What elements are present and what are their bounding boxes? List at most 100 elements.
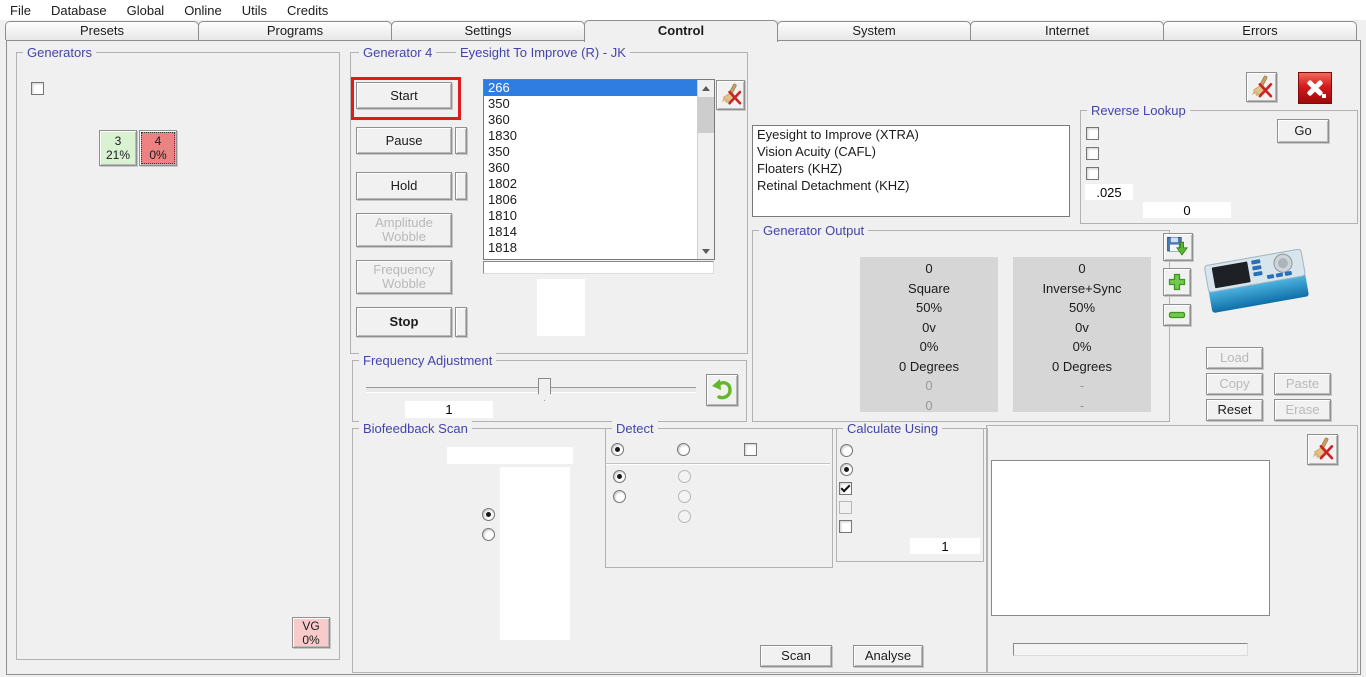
stop-button[interactable]: Stop xyxy=(356,307,452,337)
load-button[interactable]: Load xyxy=(1206,347,1263,369)
generator-preset-name: Eyesight To Improve (R) - JK xyxy=(456,45,630,60)
out1-current: 0 xyxy=(925,398,933,413)
clear-programs-button[interactable] xyxy=(1246,72,1277,102)
grade-program-checkbox[interactable] xyxy=(839,520,852,533)
pause-button[interactable]: Pause xyxy=(356,127,452,154)
generator-3-button[interactable]: 3 21% xyxy=(99,130,137,166)
running-average-radio[interactable] xyxy=(840,444,853,457)
program-item[interactable]: Floaters (KHZ) xyxy=(753,160,1069,177)
go-button[interactable]: Go xyxy=(1277,119,1329,143)
frequency-adjustment-slider[interactable] xyxy=(366,387,696,393)
reset-adjustment-button[interactable] xyxy=(706,374,738,406)
frequency-item[interactable]: 350 xyxy=(484,96,714,112)
adjust-value-input[interactable] xyxy=(405,401,493,418)
save-settings-button[interactable] xyxy=(1163,233,1193,261)
detect-bpm-radio[interactable] xyxy=(613,470,626,483)
frequency-item[interactable]: 1814 xyxy=(484,224,714,240)
tab-control[interactable]: Control xyxy=(584,20,778,42)
detect-max-radio[interactable] xyxy=(611,443,624,456)
generator-device-image xyxy=(1200,245,1315,320)
refine-input[interactable] xyxy=(910,538,980,554)
amplitude-wobble-button[interactable]: Amplitude Wobble xyxy=(356,213,452,247)
broom-clear-icon xyxy=(721,83,741,105)
single-scan-checkbox[interactable] xyxy=(839,501,852,514)
detect-hrv-radio[interactable] xyxy=(613,490,626,503)
frequency-wobble-button[interactable]: Frequency Wobble xyxy=(356,260,452,294)
frequency-item[interactable]: 360 xyxy=(484,160,714,176)
add-button[interactable] xyxy=(1163,268,1191,296)
reset-button[interactable]: Reset xyxy=(1206,399,1263,421)
clear-chart-button[interactable] xyxy=(1307,434,1338,465)
out1-duty-cycle: 50% xyxy=(915,300,943,315)
detect-angle-current-radio[interactable] xyxy=(678,510,691,523)
tab-errors[interactable]: Errors xyxy=(1163,21,1357,40)
generator-4-button[interactable]: 4 0% xyxy=(139,130,177,166)
tab-programs[interactable]: Programs xyxy=(198,21,392,40)
detect-current-radio[interactable] xyxy=(678,490,691,503)
start-button[interactable]: Start xyxy=(356,82,452,109)
menu-credits[interactable]: Credits xyxy=(277,3,338,18)
frequency-adjustment-title: Frequency Adjustment xyxy=(359,353,497,368)
program-listbox: Eyesight to Improve (XTRA) Vision Acuity… xyxy=(752,125,1070,217)
menu-global[interactable]: Global xyxy=(117,3,175,18)
tolerance-input[interactable] xyxy=(1085,184,1133,200)
clear-frequency-list-button[interactable] xyxy=(716,80,745,110)
hold-button[interactable]: Hold xyxy=(356,172,452,200)
remove-button[interactable] xyxy=(1163,304,1191,326)
frequency-item[interactable]: 1830 xyxy=(484,128,714,144)
frequency-item[interactable]: 1818 xyxy=(484,240,714,256)
menu-online[interactable]: Online xyxy=(174,3,232,18)
tab-internet[interactable]: Internet xyxy=(970,21,1164,40)
include-hz-input[interactable] xyxy=(1143,202,1231,218)
peak-radio[interactable] xyxy=(840,463,853,476)
program-item[interactable]: Vision Acuity (CAFL) xyxy=(753,143,1069,160)
app-window: File Database Global Online Utils Credit… xyxy=(0,0,1366,677)
tab-settings[interactable]: Settings xyxy=(391,21,585,40)
frequency-item[interactable]: 266 xyxy=(484,80,714,96)
frequency-item[interactable]: 1806 xyxy=(484,192,714,208)
search-custom-checkbox[interactable] xyxy=(1086,147,1099,160)
include-octaves-checkbox[interactable] xyxy=(1086,127,1099,140)
frequency-item[interactable]: 350 xyxy=(484,144,714,160)
erase-button[interactable]: Erase xyxy=(1274,399,1331,421)
allow-generator-overwrites-checkbox[interactable] xyxy=(31,82,44,95)
out2-duty-cycle: 50% xyxy=(1068,300,1096,315)
scan-button[interactable]: Scan xyxy=(760,645,832,667)
program-item[interactable]: Eyesight to Improve (XTRA) xyxy=(753,126,1069,143)
detect-min-radio[interactable] xyxy=(677,443,690,456)
analyse-button[interactable]: Analyse xyxy=(853,645,923,667)
vg-generator-button[interactable]: VG 0% xyxy=(292,617,330,648)
out1-offset: 0% xyxy=(919,339,939,354)
menu-file[interactable]: File xyxy=(0,3,41,18)
scroll-up-icon[interactable] xyxy=(698,80,714,96)
tab-system[interactable]: System xyxy=(777,21,971,40)
out2-offset: 0% xyxy=(1072,339,1092,354)
frequency-item[interactable]: 360 xyxy=(484,112,714,128)
tab-presets[interactable]: Presets xyxy=(5,21,199,40)
search-bfb-checkbox[interactable] xyxy=(1086,167,1099,180)
program-item[interactable]: Retinal Detachment (KHZ) xyxy=(753,177,1069,194)
frequency-item[interactable]: 1802 xyxy=(484,176,714,192)
close-kill-button[interactable] xyxy=(1298,72,1332,104)
detect-panel: Detect xyxy=(605,421,833,568)
step-size-hz-radio[interactable] xyxy=(482,508,495,521)
step-size-pct-radio[interactable] xyxy=(482,528,495,541)
detect-angle-radio[interactable] xyxy=(678,470,691,483)
dp-max-checkbox[interactable] xyxy=(839,482,852,495)
paste-button[interactable]: Paste xyxy=(1274,373,1331,395)
copy-button[interactable]: Copy xyxy=(1206,373,1263,395)
out2-vi-phase: - xyxy=(1079,378,1085,393)
log-name-input[interactable] xyxy=(447,447,573,464)
pause-edge-strip[interactable] xyxy=(455,127,467,154)
stop-edge-strip[interactable] xyxy=(455,307,467,337)
frequency-list-scrollbar[interactable] xyxy=(697,80,714,259)
detect-change-checkbox[interactable] xyxy=(744,443,757,456)
save-disk-icon xyxy=(1167,237,1188,256)
hold-edge-strip[interactable] xyxy=(455,172,467,200)
scrollbar-thumb[interactable] xyxy=(698,97,714,133)
frequency-item[interactable]: 1810 xyxy=(484,208,714,224)
scroll-down-icon[interactable] xyxy=(698,243,714,259)
menu-database[interactable]: Database xyxy=(41,3,117,18)
menu-utils[interactable]: Utils xyxy=(232,3,277,18)
scan-graph-canvas xyxy=(991,460,1270,616)
